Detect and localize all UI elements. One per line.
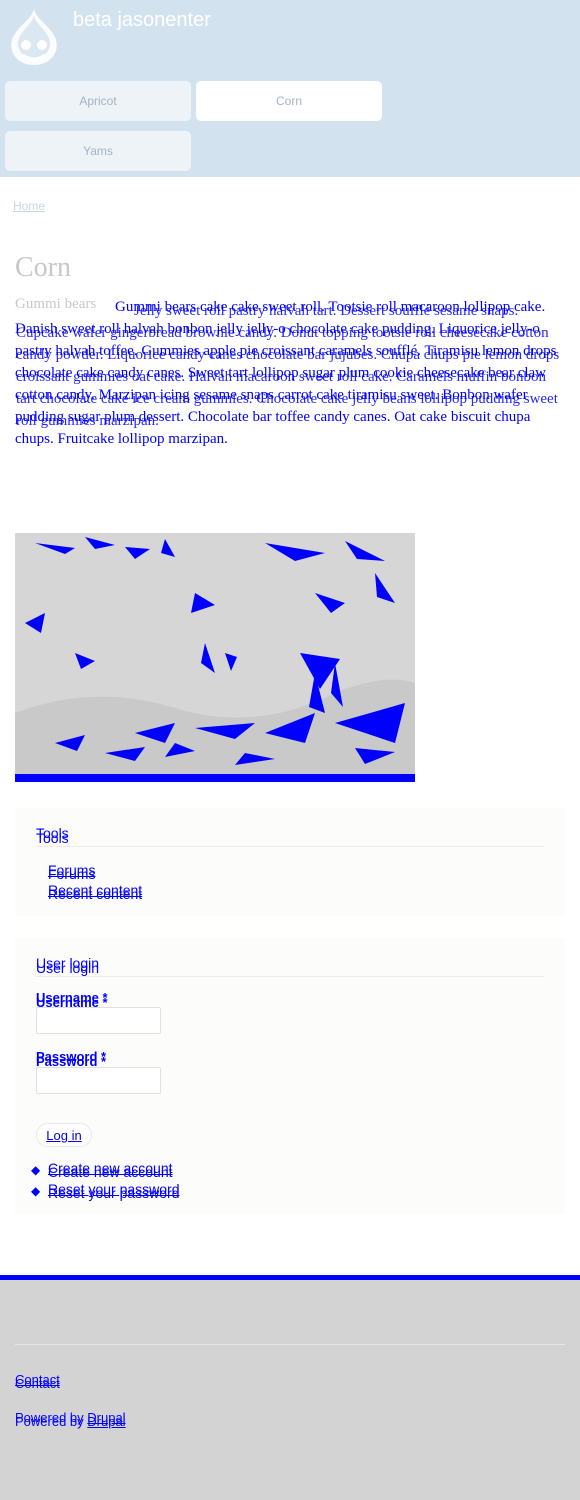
nav-tab-apricot[interactable]: Apricot — [5, 81, 191, 121]
divider — [36, 976, 544, 977]
bullet-icon: ◆ — [31, 1184, 41, 1198]
breadcrumb-home-link[interactable]: Home — [13, 199, 45, 213]
reset-password-link-shadow: Reset your password — [48, 1185, 180, 1201]
site-header: beta jasonenter Apricot Corn Yams — [0, 0, 580, 177]
drupal-logo-icon[interactable] — [5, 5, 63, 69]
divider — [15, 1344, 565, 1345]
divider — [36, 846, 544, 847]
user-login-title-shadow: User login — [36, 960, 100, 976]
article-image — [15, 533, 415, 782]
tools-block: Tools Tools Forums Forums Recent content… — [15, 808, 565, 916]
nav-tab-corn[interactable]: Corn — [196, 81, 382, 121]
powered-by-shadow: Powered by Drupal — [15, 1414, 126, 1429]
username-field[interactable] — [36, 1007, 161, 1034]
tools-block-title: Tools Tools — [36, 825, 69, 846]
body-text-overlay: Jelly sweet roll pastry halvah tart. Des… — [16, 303, 560, 429]
reset-password-link[interactable]: Reset your password Reset your password — [48, 1181, 180, 1201]
tools-link-recent-content[interactable]: Recent content Recent content — [48, 882, 142, 902]
bullet-icon: ◆ — [31, 1163, 41, 1177]
nav-tab-yams[interactable]: Yams — [5, 131, 191, 171]
username-label: Username * Username * — [36, 990, 108, 1010]
login-button[interactable]: Log in — [36, 1123, 92, 1147]
tools-block-title-shadow: Tools — [36, 830, 69, 846]
create-account-link[interactable]: Create new account Create new account — [48, 1160, 173, 1180]
footer-contact-shadow: Contact — [15, 1376, 60, 1391]
footer-contact-link[interactable]: Contact Contact — [15, 1372, 60, 1391]
create-account-link-shadow: Create new account — [48, 1164, 173, 1180]
password-field[interactable] — [36, 1067, 161, 1094]
user-login-title: User login User login — [36, 955, 100, 976]
tools-link-forums-shadow: Forums — [48, 866, 96, 882]
user-login-block: User login User login Username * Usernam… — [15, 938, 565, 1214]
tools-link-forums[interactable]: Forums Forums — [48, 862, 95, 882]
powered-by-text: Powered by Drupal Powered by Drupal — [15, 1410, 126, 1429]
password-label: Password * Password * — [36, 1049, 107, 1069]
tools-link-recent-content-shadow: Recent content — [48, 886, 143, 902]
site-name-link[interactable]: beta jasonenter — [73, 9, 211, 32]
page-title: Corn — [15, 252, 71, 283]
site-footer: Contact Contact Powered by Drupal Powere… — [0, 1275, 580, 1500]
